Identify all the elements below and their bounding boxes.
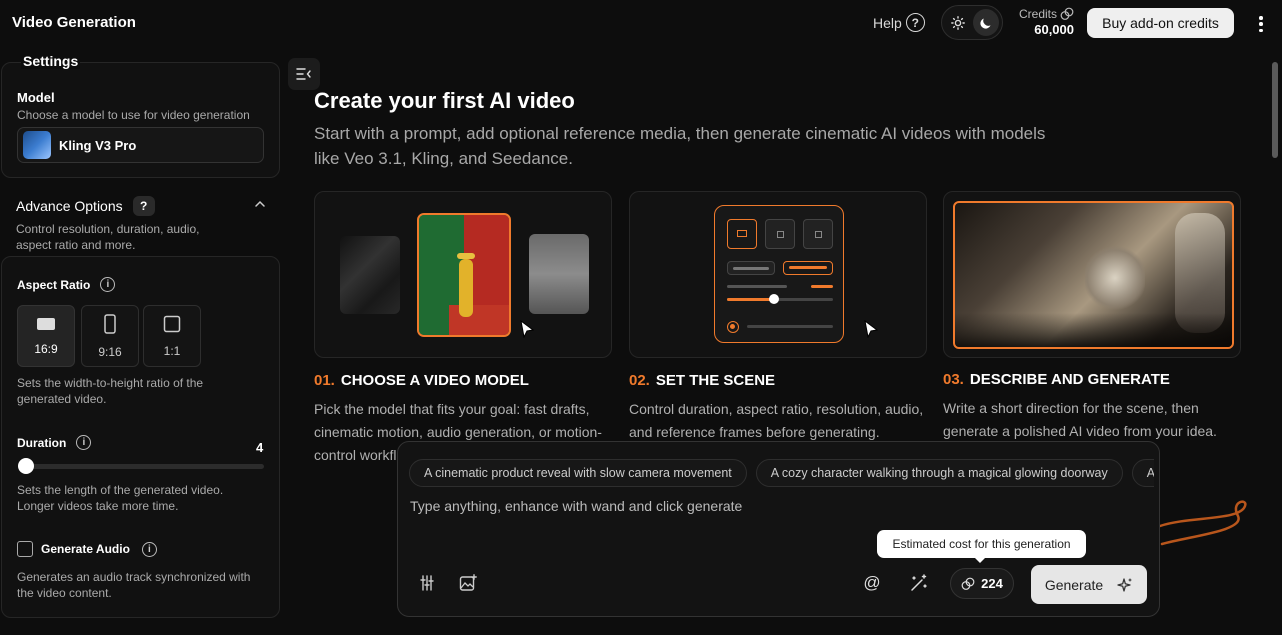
prompt-suggestions: A cinematic product reveal with slow cam…: [409, 459, 1154, 487]
prompt-composer: A cinematic product reveal with slow cam…: [397, 441, 1160, 617]
credits-display: Credits 60,000: [1010, 7, 1074, 37]
app-title: Video Generation: [12, 14, 136, 31]
aspect-ratio-option-label: 1:1: [163, 343, 181, 358]
theme-toggle[interactable]: [941, 5, 1003, 40]
question-circle-icon: ?: [905, 13, 925, 32]
suggestion-chip[interactable]: An: [1131, 459, 1154, 487]
generate-audio-description: Generates an audio track synchronized wi…: [17, 570, 251, 600]
sun-icon: [951, 15, 965, 30]
landscape-icon: [37, 317, 55, 330]
cost-value: 224: [981, 576, 1003, 591]
model-label: Model: [17, 90, 55, 105]
aspect-ratio-9-16[interactable]: 9:16: [81, 305, 139, 367]
moon-icon: [980, 18, 991, 29]
help-label: Help: [873, 14, 902, 31]
generate-audio-checkbox[interactable]: [17, 541, 33, 557]
step-title: DESCRIBE AND GENERATE: [969, 371, 1170, 388]
step-card-scene: [629, 191, 927, 358]
page-title: Create your first AI video: [314, 88, 575, 113]
generate-audio-label: Generate Audio: [41, 542, 130, 556]
settings-title: Settings: [21, 53, 81, 69]
settings-sliders-icon[interactable]: [416, 572, 438, 594]
square-icon: [163, 315, 181, 332]
aspect-ratio-row: Aspect Ratio i: [17, 277, 116, 292]
aspect-ratio-description: Sets the width-to-height ratio of the ge…: [17, 376, 204, 406]
aspect-ratio-16-9[interactable]: 16:9: [17, 305, 75, 367]
step-number: 01.: [314, 372, 335, 389]
page-scrollbar[interactable]: [1272, 62, 1278, 158]
credits-label: Credits: [1018, 7, 1057, 21]
preview-thumbnail: [340, 236, 400, 314]
aspect-ratio-label: Aspect Ratio: [17, 277, 91, 292]
duration-row: Duration i: [17, 435, 92, 450]
coins-icon: [1060, 7, 1074, 20]
step-title: SET THE SCENE: [655, 372, 776, 389]
model-select[interactable]: Kling V3 Pro: [17, 127, 264, 163]
step-description: Control duration, aspect ratio, resoluti…: [629, 401, 924, 440]
generate-label: Generate: [1044, 576, 1104, 593]
suggestion-chip[interactable]: A cozy character walking through a magic…: [755, 459, 1123, 487]
duration-description: Sets the length of the generated video. …: [17, 483, 224, 513]
step-heading: 01. CHOOSE A VIDEO MODEL: [314, 372, 529, 389]
more-options-icon[interactable]: [1253, 14, 1269, 34]
duration-label: Duration: [17, 435, 67, 450]
coins-icon: [961, 577, 975, 590]
mention-icon[interactable]: @: [861, 572, 883, 594]
info-icon[interactable]: i: [141, 541, 157, 557]
help-link[interactable]: Help ?: [873, 13, 925, 32]
step-number: 03.: [943, 371, 964, 388]
top-bar: Video Generation Help ? Credits 60,000 B…: [0, 0, 1282, 48]
selected-model-preview: [417, 213, 511, 337]
cursor-icon: [864, 320, 879, 338]
model-panel: Model Choose a model to use for video ge…: [1, 62, 280, 178]
info-icon[interactable]: i: [76, 435, 92, 450]
collapse-sidebar-button[interactable]: [288, 58, 320, 90]
duration-value: 4: [256, 440, 264, 455]
step-card-generate: [943, 191, 1241, 358]
page-description: Start with a prompt, add optional refere…: [314, 124, 1046, 168]
info-icon[interactable]: i: [100, 277, 116, 292]
advanced-options-title: Advance Options: [16, 198, 123, 214]
buy-credits-button[interactable]: Buy add-on credits: [1087, 8, 1234, 38]
credits-value: 60,000: [1034, 22, 1074, 37]
add-image-icon[interactable]: [457, 572, 479, 594]
help-badge[interactable]: ?: [132, 196, 155, 216]
advanced-options-panel: Aspect Ratio i 16:9 9:16 1:1 Sets the wi…: [1, 256, 280, 618]
model-description: Choose a model to use for video generati…: [17, 108, 250, 122]
step-number: 02.: [629, 372, 650, 389]
cost-estimate[interactable]: 224: [950, 568, 1014, 599]
cost-tooltip: Estimated cost for this generation: [877, 530, 1086, 563]
light-mode-button[interactable]: [945, 9, 971, 36]
sidebar-collapse-icon: [296, 68, 311, 80]
step-description: Write a short direction for the scene, t…: [943, 400, 1217, 439]
scene-settings-preview: [714, 205, 844, 343]
step-heading: 03. DESCRIBE AND GENERATE: [943, 371, 1170, 388]
aspect-ratio-1-1[interactable]: 1:1: [143, 305, 201, 367]
model-name: Kling V3 Pro: [59, 137, 137, 153]
decorative-swoosh: [1158, 500, 1247, 546]
suggestion-chip[interactable]: A cinematic product reveal with slow cam…: [409, 459, 747, 487]
step-title: CHOOSE A VIDEO MODEL: [340, 372, 529, 389]
duration-slider-thumb[interactable]: [18, 458, 34, 474]
chevron-up-icon[interactable]: [254, 198, 266, 210]
aspect-ratio-option-label: 16:9: [34, 341, 58, 356]
step-card-model: [314, 191, 612, 358]
generated-video-preview: [953, 201, 1234, 349]
prompt-input[interactable]: Type anything, enhance with wand and cli…: [410, 498, 1150, 514]
advanced-options-description: Control resolution, duration, audio, asp…: [16, 222, 200, 252]
advanced-options-header[interactable]: Advance Options ? Control resolution, du…: [16, 196, 266, 253]
portrait-icon: [104, 313, 116, 334]
aspect-ratio-option-label: 9:16: [98, 344, 122, 359]
generate-audio-row[interactable]: Generate Audio i: [17, 541, 157, 557]
magic-wand-icon[interactable]: [908, 572, 930, 594]
model-thumbnail: [23, 131, 51, 159]
dark-mode-button[interactable]: [973, 9, 999, 36]
preview-thumbnail: [529, 234, 589, 314]
cursor-icon: [520, 320, 535, 338]
generate-button[interactable]: Generate: [1031, 565, 1147, 604]
step-heading: 02. SET THE SCENE: [629, 372, 775, 389]
duration-slider-track[interactable]: [18, 464, 264, 469]
sparkles-icon: [1117, 577, 1133, 592]
